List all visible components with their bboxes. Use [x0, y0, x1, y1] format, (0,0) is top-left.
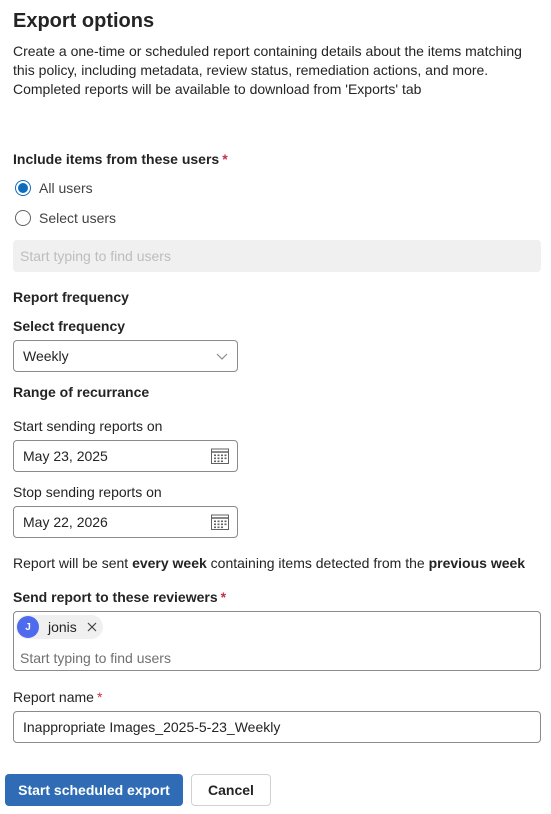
- report-name-input[interactable]: Inappropriate Images_2025-5-23_Weekly: [13, 711, 541, 743]
- radio-select-users[interactable]: Select users: [15, 210, 116, 226]
- radio-all-users[interactable]: All users: [15, 180, 93, 196]
- stop-date-picker[interactable]: May 22, 2026: [13, 506, 238, 538]
- radio-button-checked-icon[interactable]: [15, 180, 31, 196]
- reviewer-chip: J jonis: [16, 615, 103, 639]
- summary-period: previous week: [428, 555, 526, 571]
- user-search-input-disabled: Start typing to find users: [13, 240, 541, 272]
- reviewers-picker[interactable]: J jonis Start typing to find users: [13, 611, 541, 671]
- include-users-label: Include items from these users *: [13, 151, 228, 167]
- cancel-button[interactable]: Cancel: [191, 774, 271, 806]
- include-users-label-text: Include items from these users: [13, 151, 220, 167]
- reviewers-label: Send report to these reviewers *: [13, 589, 226, 605]
- reviewers-search-placeholder[interactable]: Start typing to find users: [20, 650, 171, 666]
- calendar-icon[interactable]: [211, 448, 229, 464]
- page-description: Create a one-time or scheduled report co…: [13, 43, 522, 97]
- calendar-icon[interactable]: [211, 514, 229, 530]
- reviewer-name: jonis: [48, 619, 77, 635]
- report-frequency-heading: Report frequency: [13, 289, 129, 305]
- schedule-summary-text: Report will be sent every week containin…: [13, 555, 525, 571]
- required-indicator: *: [220, 589, 227, 605]
- chevron-down-icon: [216, 353, 228, 360]
- summary-part-1: Report will be sent: [13, 555, 133, 571]
- reviewers-label-text: Send report to these reviewers: [13, 589, 218, 605]
- select-frequency-label: Select frequency: [13, 318, 126, 334]
- required-indicator: *: [96, 689, 103, 705]
- radio-button-unchecked-icon[interactable]: [15, 210, 31, 226]
- summary-part-2: containing items detected from the: [206, 555, 429, 571]
- report-name-label: Report name *: [13, 689, 102, 705]
- stop-date-label: Stop sending reports on: [13, 484, 162, 500]
- start-scheduled-export-button[interactable]: Start scheduled export: [5, 774, 183, 806]
- radio-select-users-label: Select users: [39, 210, 117, 226]
- range-of-recurrance-heading: Range of recurrance: [13, 384, 150, 400]
- close-icon[interactable]: [87, 622, 97, 632]
- start-date-picker[interactable]: May 23, 2025: [13, 440, 238, 472]
- page-title: Export options: [13, 10, 155, 32]
- required-indicator: *: [222, 151, 228, 167]
- frequency-dropdown-value: Weekly: [23, 348, 69, 364]
- start-date-value: May 23, 2025: [23, 448, 108, 464]
- avatar: J: [17, 616, 39, 638]
- frequency-dropdown[interactable]: Weekly: [13, 340, 238, 372]
- start-date-label: Start sending reports on: [13, 418, 163, 434]
- summary-frequency: every week: [132, 555, 207, 571]
- stop-date-value: May 22, 2026: [23, 514, 108, 530]
- report-name-label-text: Report name: [13, 689, 94, 705]
- radio-all-users-label: All users: [39, 180, 93, 196]
